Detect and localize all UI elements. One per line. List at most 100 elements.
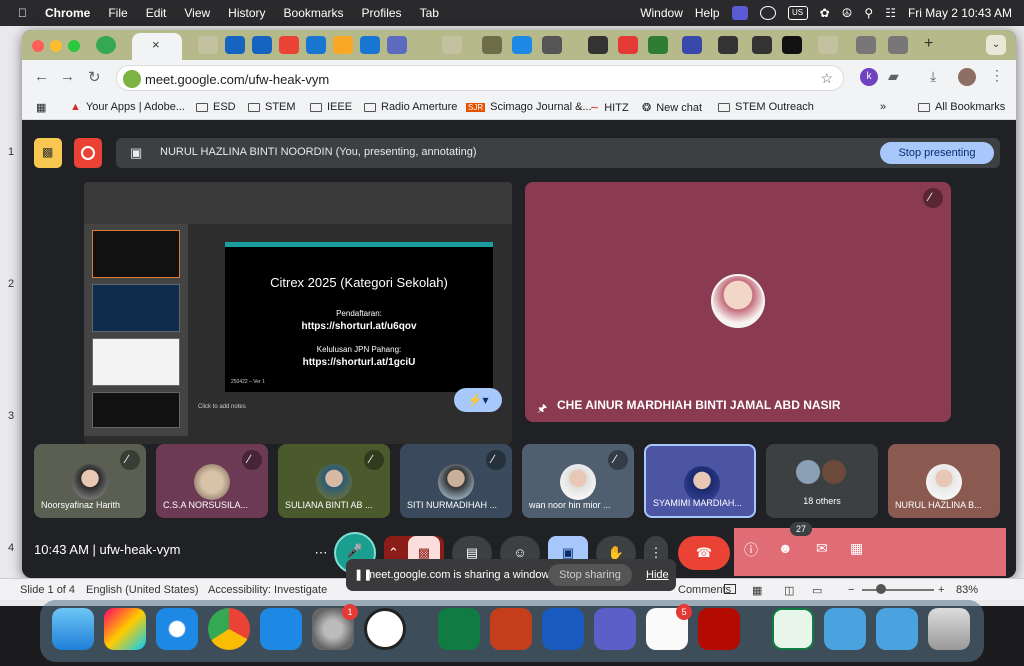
tab-favicon[interactable] <box>387 36 407 54</box>
minimize-window-button[interactable] <box>50 40 62 52</box>
bookmark-esd[interactable]: ESD <box>196 101 236 113</box>
participant-tile[interactable]: SITI NURMADIHAH ... <box>400 444 512 518</box>
bluetooth-icon[interactable]: ✿ <box>820 6 830 20</box>
tab-favicon[interactable] <box>512 36 532 54</box>
microsoft-store-icon[interactable]: 5 <box>646 604 692 650</box>
tab-active[interactable]: × <box>132 33 182 60</box>
tab-favicon[interactable] <box>752 36 772 54</box>
back-icon[interactable]: ← <box>34 68 49 85</box>
close-window-button[interactable] <box>32 40 44 52</box>
tab-favicon[interactable] <box>888 36 908 54</box>
slide-sorter-icon[interactable]: ▦ <box>752 584 762 597</box>
bookmark-adobe[interactable]: ▲ Your Apps | Adobe... <box>70 101 185 113</box>
camera-off-button[interactable]: ▩ <box>34 138 62 168</box>
participant-tile-active-speaker[interactable]: SYAMIMI MARDIAH... <box>644 444 756 518</box>
url-text[interactable]: meet.google.com/ufw-heak-vym <box>145 72 329 87</box>
folder-icon[interactable] <box>824 608 866 650</box>
zoom-in-icon[interactable]: + <box>938 584 944 596</box>
app-store-icon[interactable] <box>260 608 302 650</box>
profile-avatar[interactable] <box>958 68 976 86</box>
accessibility-status[interactable]: Accessibility: Investigate <box>208 584 327 596</box>
apple-icon[interactable]:  <box>18 6 27 20</box>
zoom-out-icon[interactable]: − <box>848 584 854 596</box>
trash-icon[interactable] <box>928 608 970 650</box>
bookmark-star-icon[interactable]: ☆ <box>820 70 833 87</box>
slideshow-icon[interactable]: ▭ <box>812 584 822 597</box>
slide-thumbnail[interactable] <box>92 284 180 332</box>
tab-favicon[interactable] <box>225 36 245 54</box>
microphone-in-use-icon[interactable] <box>123 70 141 88</box>
menu-tab[interactable]: Tab <box>420 6 439 20</box>
menu-file[interactable]: File <box>108 6 127 20</box>
participant-tile[interactable]: Noorsyafinaz Harith <box>34 444 146 518</box>
tab-favicon[interactable] <box>588 36 608 54</box>
menu-window[interactable]: Window <box>640 6 683 20</box>
zoom-slider-thumb[interactable] <box>876 584 886 594</box>
bookmark-new-chat[interactable]: ❂ New chat <box>642 101 702 115</box>
participant-tile[interactable]: SULIANA BINTI AB ... <box>278 444 390 518</box>
normal-view-icon[interactable] <box>724 584 736 594</box>
tab-favicon[interactable] <box>818 36 838 54</box>
folder-icon[interactable] <box>876 608 918 650</box>
search-icon[interactable]: ⚲ <box>864 6 873 20</box>
tab-favicon[interactable] <box>198 36 218 54</box>
participant-tile[interactable]: C.S.A NORSUSILA... <box>156 444 268 518</box>
acrobat-icon[interactable] <box>698 608 740 650</box>
safari-icon[interactable] <box>156 608 198 650</box>
bookmark-stem-outreach[interactable]: STEM Outreach <box>718 101 814 113</box>
forward-icon[interactable]: → <box>60 68 75 85</box>
bookmark-stem[interactable]: STEM <box>248 101 296 113</box>
more-options-horizontal-icon[interactable]: ⋯ <box>306 536 336 570</box>
others-tile[interactable]: 18 others <box>766 444 878 518</box>
chrome-icon[interactable] <box>208 608 250 650</box>
people-icon[interactable]: ☻ <box>778 540 793 556</box>
annotation-tool-button[interactable]: ⚡▾ <box>454 388 502 412</box>
participant-tile[interactable]: NURUL HAZLINA B... <box>888 444 1000 518</box>
tab-favicon[interactable] <box>648 36 668 54</box>
teams-icon[interactable] <box>594 608 636 650</box>
menu-edit[interactable]: Edit <box>146 6 167 20</box>
menu-help[interactable]: Help <box>695 6 720 20</box>
excel-icon[interactable] <box>438 608 480 650</box>
tab-favicon[interactable] <box>482 36 502 54</box>
stop-presenting-button[interactable]: Stop presenting <box>880 142 994 164</box>
tab-favicon[interactable] <box>306 36 326 54</box>
new-tab-icon[interactable]: + <box>924 35 933 53</box>
launchpad-icon[interactable] <box>104 608 146 650</box>
more-bookmarks-icon[interactable]: » <box>880 101 886 113</box>
bookmark-scimago[interactable]: SJR Scimago Journal &... <box>466 101 592 113</box>
bookmark-ieee[interactable]: IEEE <box>310 101 352 113</box>
menu-app-name[interactable]: Chrome <box>45 6 90 20</box>
tab-favicon[interactable] <box>782 36 802 54</box>
stop-sharing-button[interactable]: Stop sharing <box>548 564 632 586</box>
slide-thumbnail[interactable] <box>92 338 180 386</box>
tab-favicon[interactable] <box>333 36 353 54</box>
download-icon[interactable]: ⤓ <box>930 68 936 85</box>
wifi-icon[interactable]: ☮ <box>842 6 853 20</box>
screen-share-status-icon[interactable] <box>731 6 748 20</box>
menu-view[interactable]: View <box>184 6 210 20</box>
menu-history[interactable]: History <box>228 6 265 20</box>
menu-datetime[interactable]: Fri May 2 10:43 AM <box>908 6 1012 20</box>
tab-favicon[interactable] <box>279 36 299 54</box>
chat-icon[interactable]: ✉ <box>816 540 828 557</box>
pinned-participant-tile[interactable]: 🖈 CHE AINUR MARDHIAH BINTI JAMAL ABD NAS… <box>525 182 951 422</box>
all-bookmarks[interactable]: All Bookmarks <box>918 101 1005 113</box>
tab-search-icon[interactable]: ⌄ <box>986 35 1006 55</box>
reading-view-icon[interactable]: ◫ <box>784 584 794 597</box>
apps-grid-icon[interactable]: ▦ <box>36 101 46 114</box>
menu-bookmarks[interactable]: Bookmarks <box>284 6 344 20</box>
tab-favicon[interactable] <box>442 36 462 54</box>
input-source-indicator[interactable]: US <box>787 6 808 20</box>
play-icon[interactable] <box>759 6 776 20</box>
system-settings-icon[interactable]: 1 <box>312 604 358 650</box>
language-status[interactable]: English (United States) <box>86 584 199 596</box>
extension-icon[interactable]: k <box>860 68 878 86</box>
clock-icon[interactable] <box>364 608 406 650</box>
extensions-puzzle-icon[interactable]: ▰ <box>888 68 899 85</box>
activities-icon[interactable]: ▦ <box>850 540 863 557</box>
slide-thumbnail[interactable] <box>92 392 180 428</box>
zoom-slider[interactable] <box>862 589 934 591</box>
word-icon[interactable] <box>542 608 584 650</box>
participant-tile[interactable]: wan noor hin mior ... <box>522 444 634 518</box>
